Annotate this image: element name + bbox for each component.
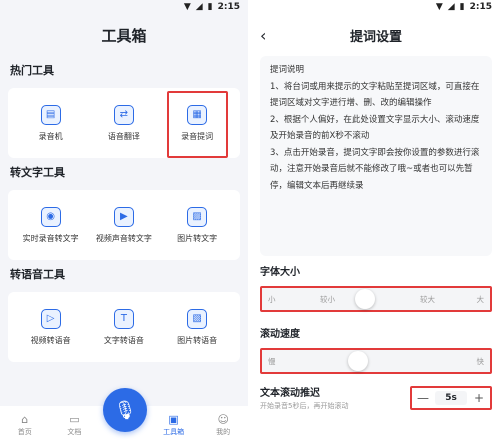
font-size-label: 字体大小 <box>260 267 300 278</box>
video-to-audio-icon: ▷ <box>40 308 61 329</box>
tab-label: 文档 <box>67 428 82 436</box>
tab-home[interactable]: ⌂ 首页 <box>0 414 50 437</box>
image-to-audio-icon: ▧ <box>187 308 208 329</box>
record-button[interactable]: 🎙 <box>103 388 147 432</box>
battery-icon: ▮ <box>207 1 213 12</box>
battery-icon: ▮ <box>459 1 465 12</box>
font-size-option-larger: 较大 <box>420 294 435 304</box>
signal-icon: ◢ <box>447 1 455 12</box>
tool-label: 视频声音转文字 <box>95 233 152 243</box>
scroll-delay-stepper: — 5s + <box>410 385 492 410</box>
page-title: 工具箱 <box>101 26 147 45</box>
description-item-3: 3、点击开始录音，提词文字即会按你设置的参数进行滚动，注意开始录音后就不能修改了… <box>270 147 480 191</box>
home-icon: ⌂ <box>21 413 29 426</box>
tool-label: 图片转语音 <box>177 335 218 345</box>
wifi-icon: ▼ <box>183 1 191 12</box>
tool-card: ◉ 实时录音转文字 ▶ 视频声音转文字 ▨ 图片转文字 <box>8 190 240 260</box>
font-size-option-smaller: 较小 <box>320 294 335 304</box>
radio-icon: ▤ <box>40 104 61 125</box>
description-heading: 提词说明 <box>270 65 305 75</box>
teleprompter-settings-screen: ▼ ◢ ▮ 2:15 ‹ 提词设置 提词说明 1、将台词或用来提示的文字粘贴至提… <box>252 0 500 440</box>
text-to-speech-icon: T <box>113 308 134 329</box>
scroll-delay-label: 文本滚动推迟 <box>260 388 320 399</box>
tool-label: 语音翻译 <box>107 131 140 141</box>
profile-icon: ☺ <box>217 413 229 426</box>
tab-toolbox[interactable]: ▣ 工具箱 <box>149 414 199 437</box>
wifi-icon: ▼ <box>435 1 443 12</box>
tool-label: 图片转文字 <box>177 233 218 243</box>
scroll-delay-row: 文本滚动推迟 开始录音5秒后，再开始滚动 — 5s + <box>252 384 500 411</box>
tool-card: ▤ 录音机 ⇄ 语音翻译 ▦ 录音提词 <box>8 88 240 158</box>
decrement-button[interactable]: — <box>416 391 430 405</box>
folder-icon: ▭ <box>69 413 80 426</box>
status-time: 2:15 <box>217 2 240 12</box>
tool-item[interactable]: T 文字转语音 <box>87 308 160 346</box>
tab-label: 工具箱 <box>163 428 185 436</box>
page-title: 提词设置 <box>349 29 402 45</box>
scroll-speed-max-label: 快 <box>476 356 485 366</box>
tool-label: 文字转语音 <box>103 335 144 345</box>
translate-icon: ⇄ <box>113 104 134 125</box>
increment-button[interactable]: + <box>472 391 486 405</box>
tool-label: 视频转语音 <box>30 335 71 345</box>
tool-item[interactable]: ▤ 录音机 <box>14 104 87 142</box>
tab-profile[interactable]: ☺ 我的 <box>198 414 248 437</box>
description-item-1: 1、将台词或用来提示的文字粘贴至提词区域，可直接在提词区域对文字进行增、删、改的… <box>270 81 480 109</box>
tool-item[interactable]: ▧ 图片转语音 <box>161 308 234 346</box>
tool-item[interactable]: ▨ 图片转文字 <box>161 206 234 244</box>
section-title: 热门工具 <box>10 64 54 77</box>
font-size-option-large: 大 <box>476 294 485 304</box>
scroll-speed-label: 滚动速度 <box>260 329 300 340</box>
tool-label: 录音机 <box>38 131 63 141</box>
toolbox-screen: ▼ ◢ ▮ 2:15 工具箱 热门工具 ▤ 录音机 ⇄ 语音翻译 ▦ 录音提词转文字工具 ◉ 实… <box>0 0 248 440</box>
tool-label: 实时录音转文字 <box>22 233 79 243</box>
section-title: 转语音工具 <box>10 268 65 281</box>
font-size-slider-knob[interactable] <box>355 289 375 309</box>
font-size-option-small: 小 <box>268 294 276 304</box>
status-bar: ▼ ◢ ▮ 2:15 <box>252 0 500 14</box>
tool-item[interactable]: ⇄ 语音翻译 <box>87 104 160 142</box>
status-time: 2:15 <box>469 2 492 12</box>
tool-card: ▷ 视频转语音 T 文字转语音 ▧ 图片转语音 <box>8 292 240 362</box>
scroll-delay-text: 文本滚动推迟 开始录音5秒后，再开始滚动 <box>260 384 348 411</box>
signal-icon: ◢ <box>195 1 203 12</box>
tab-documents[interactable]: ▭ 文档 <box>50 414 100 437</box>
tool-item[interactable]: ▶ 视频声音转文字 <box>87 206 160 244</box>
font-size-slider[interactable]: 小 较小 较大 大 <box>260 286 492 312</box>
section-title: 转文字工具 <box>10 166 65 179</box>
tool-item[interactable]: ▷ 视频转语音 <box>14 308 87 346</box>
scroll-speed-min-label: 慢 <box>268 356 276 366</box>
tab-label: 首页 <box>17 428 32 436</box>
toolbox-icon: ▣ <box>168 413 179 426</box>
description-item-2: 2、根据个人偏好，在此处设置文字显示大小、滚动速度及开始录音的前X秒不滚动 <box>270 114 480 142</box>
mic-icon: 🎙 <box>113 399 137 421</box>
tool-item[interactable]: ◉ 实时录音转文字 <box>14 206 87 244</box>
back-icon[interactable]: ‹ <box>260 26 266 45</box>
image-to-text-icon: ▨ <box>187 206 208 227</box>
scroll-speed-slider[interactable]: 慢 快 <box>260 348 492 374</box>
scroll-delay-hint: 开始录音5秒后，再开始滚动 <box>260 402 349 410</box>
status-bar: ▼ ◢ ▮ 2:15 <box>0 0 248 14</box>
live-transcribe-icon: ◉ <box>40 206 61 227</box>
description-box: 提词说明 1、将台词或用来提示的文字粘贴至提词区域，可直接在提词区域对文字进行增… <box>260 56 492 256</box>
tab-label: 我的 <box>216 428 231 436</box>
scroll-speed-slider-knob[interactable] <box>348 351 368 371</box>
video-to-text-icon: ▶ <box>113 206 134 227</box>
highlight-box <box>166 90 228 158</box>
scroll-delay-value[interactable]: 5s <box>435 390 467 405</box>
nav-bar: ‹ 提词设置 <box>252 14 500 56</box>
tool-item[interactable]: ▦ 录音提词 <box>161 90 234 158</box>
